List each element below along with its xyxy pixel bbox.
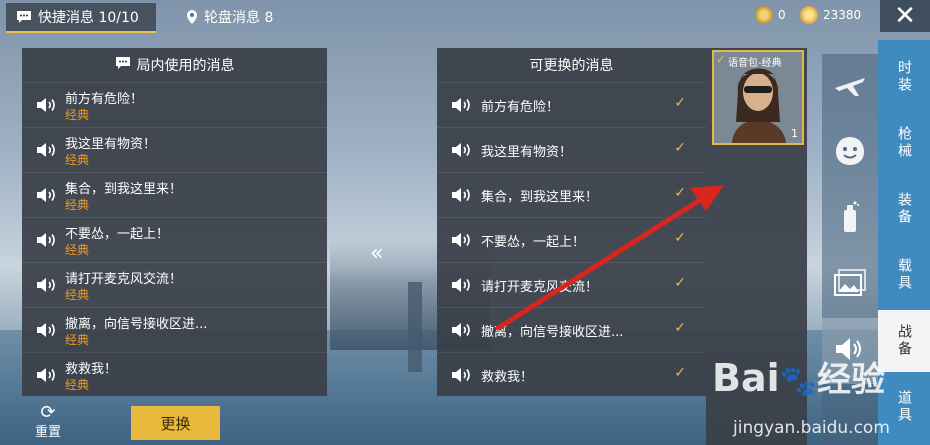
watermark-url: jingyan.baidu.com [733,418,890,438]
watermark-logo: Bai🐾经验 [712,356,885,400]
